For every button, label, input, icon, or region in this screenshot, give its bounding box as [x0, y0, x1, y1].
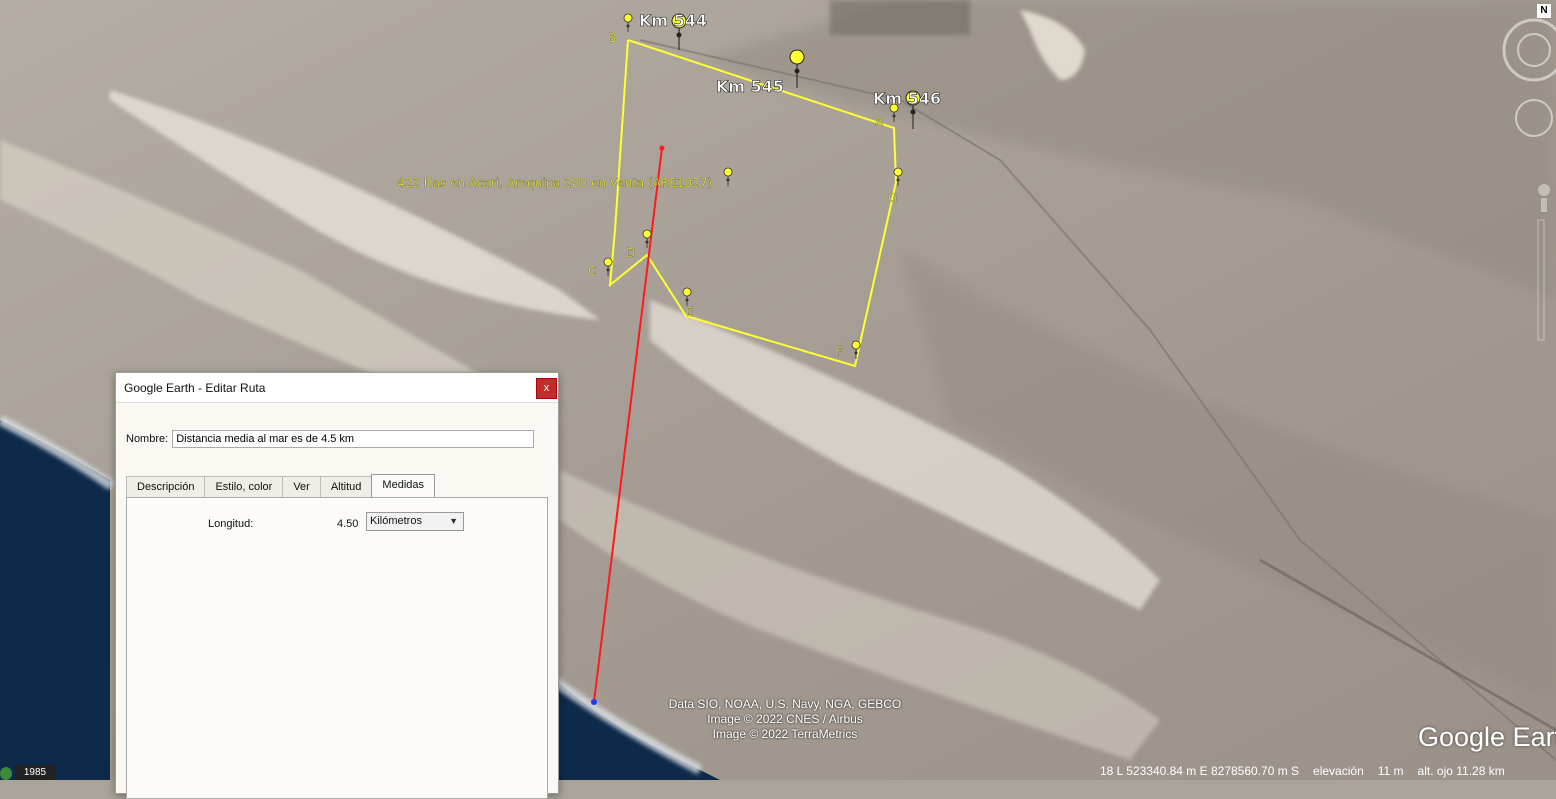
status-eye-altitude: alt. ojo 11.28 km: [1417, 764, 1505, 778]
vertex-label-f: F: [836, 345, 843, 359]
vertex-label-g: G: [888, 191, 897, 205]
name-row: Nombre:: [126, 430, 535, 448]
status-elevation-value: 11 m: [1377, 764, 1404, 778]
units-select[interactable]: Kilómetros ▼: [366, 512, 464, 531]
tab-description[interactable]: Descripción: [126, 476, 206, 498]
tab-bar: Descripción Estilo, color Ver Altitud Me…: [126, 474, 435, 499]
tab-view[interactable]: Ver: [282, 476, 321, 498]
status-elevation-label: elevación: [1313, 764, 1364, 778]
chevron-down-icon: ▼: [449, 516, 458, 526]
measure-end-point[interactable]: [591, 699, 597, 705]
tab-measurements[interactable]: Medidas: [371, 474, 435, 499]
globe-icon[interactable]: [0, 767, 12, 780]
name-label: Nombre:: [126, 433, 169, 445]
status-bar: 18 L 523340.84 m E 8278560.70 m S elevaci…: [1100, 763, 1556, 780]
navigation-controls[interactable]: [1500, 10, 1556, 350]
km-label-544: Km 544: [639, 11, 707, 30]
street-view-person-icon[interactable]: [1538, 184, 1550, 196]
km-label-545: Km 545: [716, 77, 784, 96]
units-selected: Kilómetros: [370, 515, 422, 527]
compass-ring-icon[interactable]: [1502, 18, 1556, 82]
close-button[interactable]: x: [536, 378, 557, 399]
dialog-title: Google Earth - Editar Ruta: [116, 373, 558, 403]
edit-path-dialog: Google Earth - Editar Ruta x Nombre: Des…: [115, 372, 559, 799]
tab-altitude[interactable]: Altitud: [319, 476, 373, 498]
vertex-label-b: B: [608, 31, 616, 45]
status-coordinates: 18 L 523340.84 m E 8278560.70 m S: [1100, 764, 1300, 778]
historical-imagery-year[interactable]: 1985: [15, 765, 55, 780]
measurements-panel: Longitud: 4.50 Kilómetros ▼: [126, 497, 548, 799]
vertex-label-a: A: [875, 115, 884, 129]
look-joystick-icon[interactable]: [1517, 33, 1551, 67]
move-joystick-icon[interactable]: [1515, 99, 1553, 137]
vertex-label-e: E: [686, 305, 694, 319]
tab-style-color[interactable]: Estilo, color: [204, 476, 284, 498]
vertex-label-c: C: [588, 264, 596, 278]
google-earth-logo: Google Earth: [1418, 722, 1556, 752]
length-label: Longitud:: [208, 518, 254, 530]
zoom-slider[interactable]: [1537, 219, 1545, 341]
parcel-label: 422 Has en Acari, Arequipa 280 en Venta …: [397, 176, 712, 190]
attribution: Data SIO, NOAA, U.S. Navy, NGA, GEBCO Im…: [668, 697, 902, 741]
measure-start-point[interactable]: [659, 145, 665, 151]
length-value: 4.50: [337, 518, 359, 530]
name-input[interactable]: [172, 430, 535, 448]
vertex-label-d: D: [626, 246, 635, 260]
km-label-546: Km 546: [873, 89, 941, 108]
